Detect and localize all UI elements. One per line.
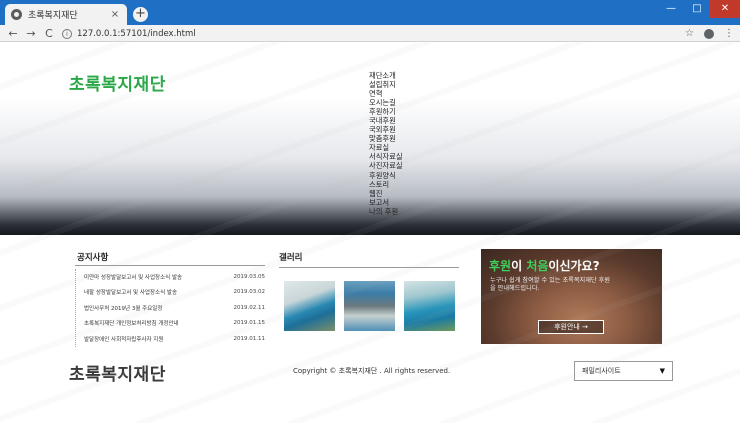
menu-item[interactable]: 국외후원 — [369, 125, 429, 134]
menu-item[interactable]: 재단소개 — [369, 71, 429, 80]
menu-item[interactable]: 자료실 — [369, 143, 429, 152]
menu-item[interactable]: 웹진 — [369, 189, 429, 198]
tab-close-icon[interactable]: × — [109, 9, 121, 20]
family-site-select[interactable]: 패밀리사이트 ▼ — [574, 361, 673, 381]
menu-item[interactable]: 서식자료실 — [369, 152, 429, 161]
browser-tab[interactable]: 초록복지재단 × — [5, 4, 127, 25]
menu-item[interactable]: 후원양식 — [369, 171, 429, 180]
gallery-title: 갤러리 — [279, 253, 303, 263]
notice-item[interactable]: 법인사무처 2019년 3월 주요일정 2019.02.11 — [76, 300, 265, 316]
footer-logo: 초록복지재단 — [69, 365, 166, 385]
notice-item[interactable]: 발달장애인 사회적자립후사자 지원 2019.01.11 — [76, 331, 265, 347]
notice-item-date: 2019.01.11 — [233, 335, 266, 342]
notice-item-date: 2019.02.11 — [233, 304, 266, 311]
menu-icon[interactable]: ⋮ — [724, 28, 734, 39]
notice-item-title[interactable]: 발달장애인 사회적자립후사자 지원 — [84, 335, 163, 343]
menu-item[interactable]: 설립취지 — [369, 80, 429, 89]
address-bar[interactable]: i 127.0.0.1:57101/index.html — [62, 27, 672, 40]
menu-item[interactable]: 나의 후원 — [369, 207, 429, 216]
reload-icon[interactable]: C — [42, 25, 56, 42]
chevron-down-icon: ▼ — [659, 367, 665, 375]
globe-icon — [11, 9, 22, 20]
notice-item[interactable]: 초록복지재단 개인정보처리방침 개정안내 2019.01.15 — [76, 316, 265, 332]
window-controls: — □ ✕ — [658, 0, 740, 18]
banner-headline-text: 이 — [511, 259, 527, 273]
menu-item[interactable]: 후원하기 — [369, 107, 429, 116]
main-menu: 재단소개 설립취지 연혁 오시는길 후원하기 국내후원 국외후원 맞춤후원 자료… — [369, 71, 429, 216]
gallery-thumbnail[interactable] — [284, 281, 335, 331]
back-icon[interactable]: ← — [6, 25, 20, 42]
menu-item[interactable]: 맞춤후원 — [369, 134, 429, 143]
notice-item-title[interactable]: 초록복지재단 개인정보처리방침 개정안내 — [84, 319, 179, 327]
site-logo[interactable]: 초록복지재단 — [69, 70, 166, 95]
copyright-text: Copyright © 초록복지재단 . All rights reserved… — [293, 367, 451, 375]
notice-title: 공지사항 — [77, 253, 109, 263]
browser-tab-strip: 초록복지재단 × + — □ ✕ — [0, 0, 740, 25]
maximize-button[interactable]: □ — [684, 0, 710, 18]
banner-headline-green: 처음 — [526, 259, 549, 273]
tab-title: 초록복지재단 — [28, 11, 78, 21]
donation-guide-button[interactable]: 후원안내 → — [538, 320, 604, 334]
forward-icon[interactable]: → — [24, 25, 38, 42]
account-icon[interactable] — [704, 28, 714, 39]
gallery-thumbnail[interactable] — [404, 281, 455, 331]
page-header: 초록복지재단 재단소개 설립취지 연혁 오시는길 후원하기 국내후원 국외후원 … — [0, 43, 740, 235]
menu-item[interactable]: 사진자료실 — [369, 161, 429, 170]
window-close-button[interactable]: ✕ — [710, 0, 740, 18]
banner-headline-text: 이신가요? — [548, 259, 600, 273]
notice-divider — [75, 265, 265, 266]
notice-item[interactable]: 미얀마 성장발달보고서 및 사업장소식 발송 2019.03.05 — [76, 269, 265, 285]
url-text: 127.0.0.1:57101/index.html — [77, 28, 196, 39]
notice-item-title[interactable]: 네팔 성장발달보고서 및 사업장소식 발송 — [84, 288, 177, 296]
browser-toolbar: ← → C i 127.0.0.1:57101/index.html ☆ ⋮ — [0, 25, 740, 42]
menu-item[interactable]: 연혁 — [369, 89, 429, 98]
notice-item-date: 2019.03.05 — [233, 273, 266, 280]
family-site-label: 패밀리사이트 — [582, 367, 621, 375]
banner-headline-green: 후원 — [489, 259, 512, 273]
notice-item-title[interactable]: 법인사무처 2019년 3월 주요일정 — [84, 304, 162, 312]
donation-banner[interactable]: 후원이 처음이신가요? 누구나 쉽게 참여할 수 있는 초록복지재단 후원을 안… — [481, 249, 662, 344]
star-icon[interactable]: ☆ — [685, 28, 694, 39]
notice-item-title[interactable]: 미얀마 성장발달보고서 및 사업장소식 발송 — [84, 273, 182, 281]
notice-item[interactable]: 네팔 성장발달보고서 및 사업장소식 발송 2019.03.02 — [76, 285, 265, 301]
notice-list: 미얀마 성장발달보고서 및 사업장소식 발송 2019.03.05 네팔 성장발달… — [75, 269, 265, 347]
notice-item-date: 2019.01.15 — [233, 320, 266, 327]
new-tab-button[interactable]: + — [133, 7, 148, 22]
menu-item[interactable]: 오시는길 — [369, 98, 429, 107]
info-icon[interactable]: i — [62, 28, 72, 39]
menu-item[interactable]: 스토리 — [369, 180, 429, 189]
minimize-button[interactable]: — — [658, 0, 684, 18]
menu-item[interactable]: 국내후원 — [369, 116, 429, 125]
gallery-divider — [279, 267, 459, 268]
gallery-thumbnail[interactable] — [344, 281, 395, 331]
notice-item-date: 2019.03.02 — [233, 289, 266, 296]
menu-item[interactable]: 보고서 — [369, 198, 429, 207]
toolbar-actions: ☆ ⋮ — [685, 25, 734, 42]
banner-headline: 후원이 처음이신가요? — [489, 257, 600, 274]
banner-subtext: 누구나 쉽게 참여할 수 있는 초록복지재단 후원을 안내해드립니다. — [490, 277, 610, 292]
